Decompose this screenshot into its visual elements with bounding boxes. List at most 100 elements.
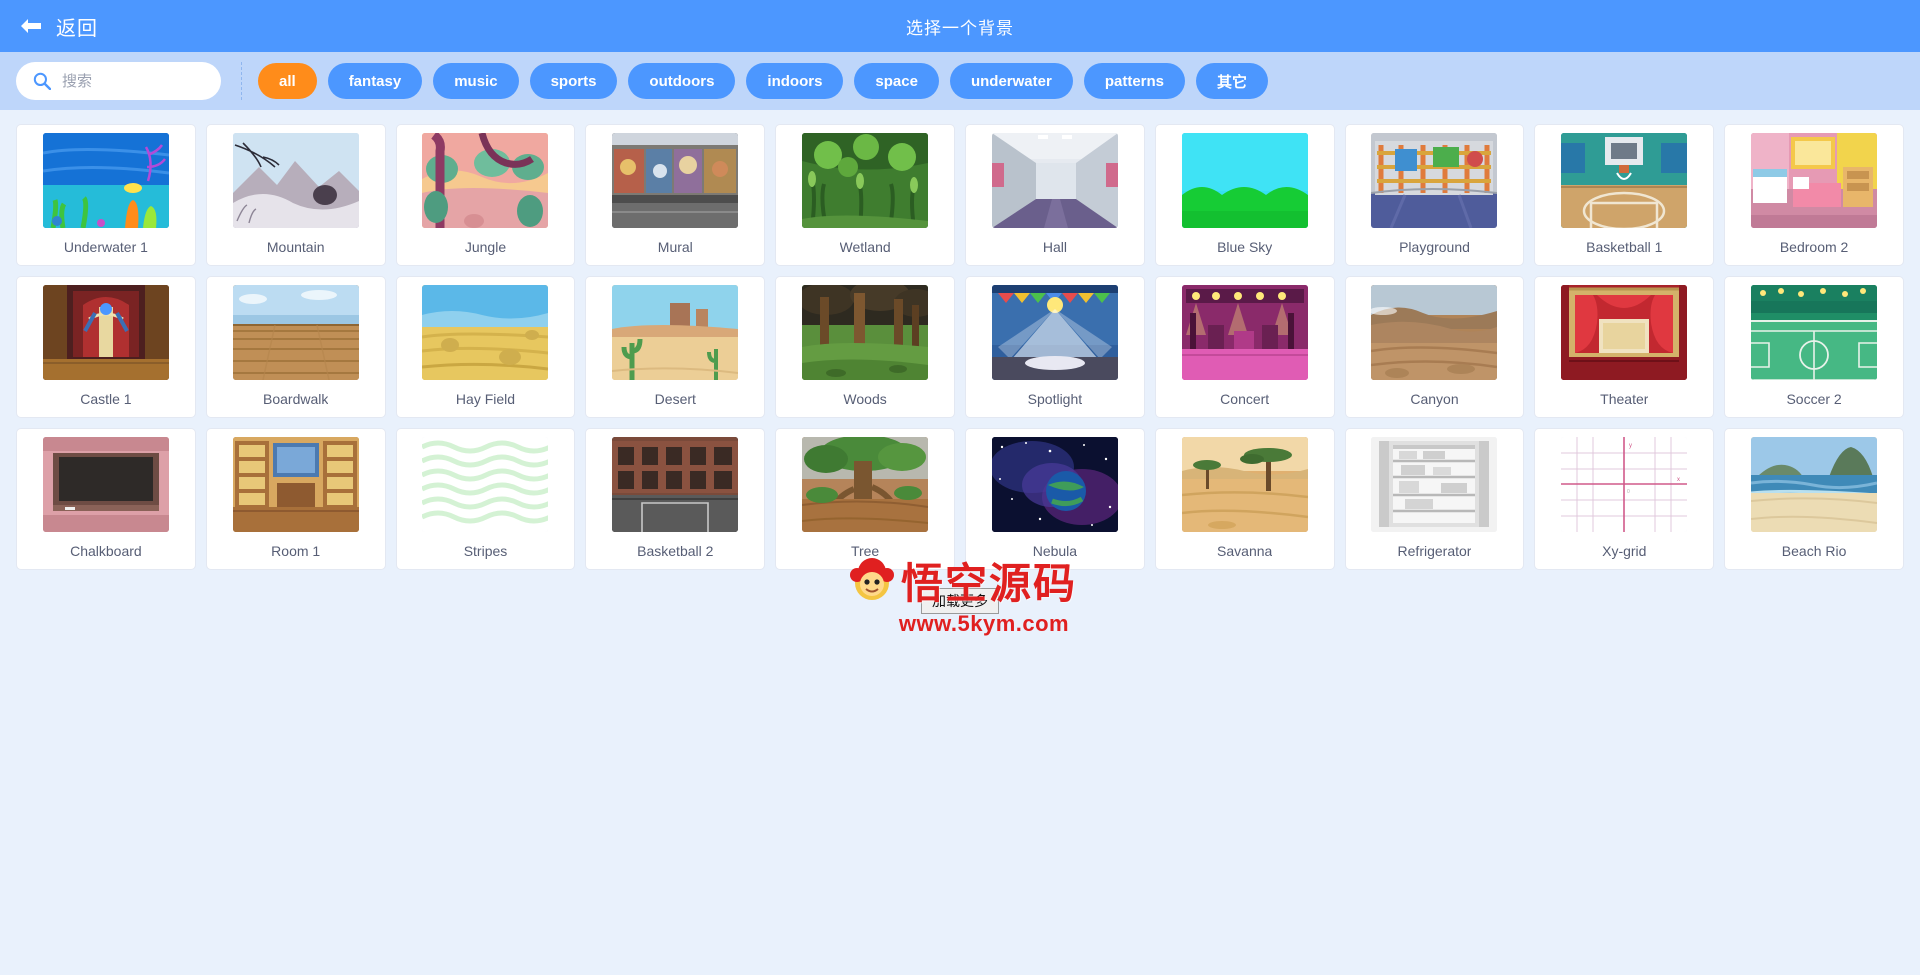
- backdrop-thumbnail-playground: [1371, 133, 1498, 228]
- filter-divider: [241, 62, 242, 100]
- backdrop-label: Basketball 1: [1586, 239, 1663, 255]
- backdrop-thumbnail-theater: [1561, 285, 1688, 380]
- backdrop-thumbnail-mural: [612, 133, 739, 228]
- backdrop-thumbnail-hay-field: [422, 285, 549, 380]
- backdrop-label: Room 1: [271, 543, 321, 559]
- backdrop-card[interactable]: Desert: [585, 276, 766, 418]
- backdrop-card[interactable]: Castle 1: [16, 276, 196, 418]
- backdrop-label: Chalkboard: [70, 543, 142, 559]
- backdrop-thumbnail-hall: [991, 133, 1118, 228]
- backdrop-thumbnail-refrigerator: [1371, 437, 1498, 532]
- watermark-url: www.5kym.com: [898, 611, 1070, 636]
- backdrop-label: Wetland: [839, 239, 891, 255]
- backdrop-card[interactable]: Theater: [1534, 276, 1715, 418]
- backdrop-thumbnail-beach-rio: [1751, 437, 1878, 532]
- filter-tag-all[interactable]: all: [258, 63, 317, 99]
- backdrop-label: Desert: [654, 391, 696, 407]
- backdrop-card[interactable]: Stripes: [395, 428, 576, 570]
- backdrop-thumbnail-boardwalk: [232, 285, 359, 380]
- filter-tag-indoors[interactable]: indoors: [746, 63, 844, 99]
- backdrop-thumbnail-xy-grid: y x 0: [1561, 437, 1688, 532]
- backdrop-label: Hay Field: [455, 391, 516, 407]
- backdrop-thumbnail-jungle: [422, 133, 549, 228]
- load-more-button[interactable]: 加载更多: [921, 588, 999, 614]
- backdrop-thumbnail-room-1: [232, 437, 359, 532]
- back-label: 返回: [56, 17, 98, 40]
- backdrop-card[interactable]: Soccer 2: [1724, 276, 1904, 418]
- backdrop-label: Refrigerator: [1397, 543, 1472, 559]
- filter-tag-patterns[interactable]: patterns: [1083, 63, 1186, 99]
- filter-tag-sports[interactable]: sports: [529, 63, 618, 99]
- filter-tag-其它[interactable]: 其它: [1196, 63, 1269, 99]
- backdrop-card[interactable]: Woods: [775, 276, 955, 418]
- backdrop-thumbnail-tree: [802, 437, 929, 532]
- backdrop-card[interactable]: Nebula: [965, 428, 1145, 570]
- backdrop-thumbnail-underwater-1: [42, 133, 169, 228]
- backdrop-card[interactable]: Basketball 1: [1534, 124, 1715, 266]
- backdrop-thumbnail-stripes: [422, 437, 549, 532]
- backdrop-card[interactable]: Room 1: [205, 428, 386, 570]
- backdrop-label: Castle 1: [80, 391, 132, 407]
- back-button[interactable]: 返回: [18, 12, 98, 41]
- backdrop-label: Concert: [1220, 391, 1270, 407]
- svg-text:y: y: [1629, 443, 1632, 449]
- backdrop-thumbnail-chalkboard: [42, 437, 169, 532]
- backdrop-card[interactable]: Jungle: [395, 124, 576, 266]
- backdrop-thumbnail-blue-sky: [1181, 133, 1308, 228]
- backdrop-card[interactable]: Mural: [585, 124, 766, 266]
- backdrop-label: Stripes: [463, 543, 508, 559]
- backdrop-card[interactable]: y x 0 Xy-grid: [1534, 428, 1715, 570]
- backdrop-card[interactable]: Concert: [1154, 276, 1335, 418]
- backdrop-card[interactable]: Boardwalk: [205, 276, 386, 418]
- filter-tag-underwater[interactable]: underwater: [949, 63, 1073, 99]
- backdrop-card[interactable]: Spotlight: [965, 276, 1145, 418]
- backdrop-label: Bedroom 2: [1779, 239, 1849, 255]
- backdrop-label: Theater: [1600, 391, 1649, 407]
- search-input[interactable]: [16, 62, 221, 100]
- backdrop-label: Basketball 2: [637, 543, 714, 559]
- backdrop-thumbnail-basketball-2: [612, 437, 739, 532]
- backdrop-card[interactable]: Mountain: [205, 124, 386, 266]
- backdrop-card[interactable]: Canyon: [1344, 276, 1525, 418]
- filter-tag-list: all fantasy music sports outdoors indoors spac…: [258, 63, 1269, 99]
- filter-tag-space[interactable]: space: [854, 63, 939, 99]
- backdrop-card[interactable]: Wetland: [775, 124, 955, 266]
- backdrop-thumbnail-desert: [612, 285, 739, 380]
- backdrop-card[interactable]: Underwater 1: [16, 124, 196, 266]
- backdrop-thumbnail-woods: [802, 285, 929, 380]
- backdrop-card[interactable]: Hall: [965, 124, 1145, 266]
- filter-tag-fantasy[interactable]: fantasy: [327, 63, 423, 99]
- page-title: 选择一个背景: [906, 18, 1014, 38]
- backdrop-label: Boardwalk: [263, 391, 329, 407]
- backdrop-card[interactable]: Savanna: [1154, 428, 1335, 570]
- backdrop-thumbnail-basketball-1: [1561, 133, 1688, 228]
- backdrop-label: Xy-grid: [1602, 543, 1647, 559]
- backdrop-thumbnail-wetland: [802, 133, 929, 228]
- arrow-left-icon: [18, 16, 44, 36]
- backdrop-label: Savanna: [1217, 543, 1273, 559]
- backdrop-label: Mural: [657, 239, 693, 255]
- backdrop-thumbnail-castle-1: [42, 285, 169, 380]
- backdrop-card[interactable]: Chalkboard: [16, 428, 196, 570]
- backdrop-card[interactable]: Tree: [775, 428, 955, 570]
- backdrop-card[interactable]: Hay Field: [395, 276, 576, 418]
- backdrop-card[interactable]: Basketball 2: [585, 428, 766, 570]
- backdrop-card[interactable]: Refrigerator: [1344, 428, 1525, 570]
- backdrop-label: Blue Sky: [1217, 239, 1273, 255]
- backdrop-card[interactable]: Playground: [1344, 124, 1525, 266]
- backdrop-label: Soccer 2: [1786, 391, 1842, 407]
- backdrop-label: Beach Rio: [1781, 543, 1847, 559]
- backdrop-card[interactable]: Blue Sky: [1154, 124, 1335, 266]
- backdrop-thumbnail-savanna: [1181, 437, 1308, 532]
- filter-tag-outdoors[interactable]: outdoors: [628, 63, 736, 99]
- backdrop-label: Woods: [843, 391, 887, 407]
- backdrop-label: Nebula: [1032, 543, 1078, 559]
- page-header: 返回 选择一个背景: [0, 0, 1920, 52]
- filter-tag-music[interactable]: music: [433, 63, 519, 99]
- backdrop-label: Spotlight: [1027, 391, 1083, 407]
- backdrop-card[interactable]: Bedroom 2: [1724, 124, 1904, 266]
- load-more-wrap: 加载更多: [0, 588, 1920, 614]
- backdrop-card[interactable]: Beach Rio: [1724, 428, 1904, 570]
- search-box[interactable]: [16, 62, 221, 100]
- backdrop-label: Underwater 1: [63, 239, 148, 255]
